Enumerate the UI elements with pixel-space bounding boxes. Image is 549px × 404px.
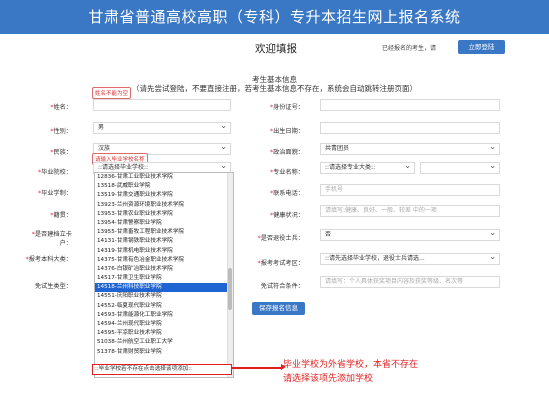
origin-label: *籍贯： (50, 212, 72, 219)
dropdown-option[interactable]: 14375-甘肃有色冶金职业技术学院 (95, 256, 233, 265)
dropdown-option[interactable]: 13955-甘肃畜牧工程职业技术学院 (95, 228, 233, 237)
dropdown-scrollbar[interactable] (227, 173, 233, 377)
gender-select[interactable]: 男 (93, 121, 231, 134)
dropdown-option[interactable]: 51378-甘肃财贸职业学院 (95, 348, 233, 357)
school-label: *毕业院校： (37, 169, 72, 176)
exam-area-select[interactable]: ::请先选择毕业学校，退役士兵请选... (320, 252, 500, 265)
veteran-label: *是否退役士兵： (257, 235, 304, 242)
page-banner: 甘肃省普通高校高职（专科）专升本招生网上报名系统 (0, 0, 549, 34)
major-category-select[interactable]: ::请选择专业大类:: (320, 161, 415, 174)
exempt-label: 免试生类型： (34, 283, 72, 290)
dropdown-option[interactable]: 14594-兰州现代职业学院 (95, 320, 233, 329)
section-subtitle: （请先尝试登陆，不要直接注册，若考生基本信息不存在，系统会自动跳转注册页面） (132, 84, 417, 93)
dropdown-option[interactable]: 14595-平凉职业技术学院 (95, 329, 233, 338)
phone-label: *联系电话： (269, 190, 304, 197)
dropdown-option[interactable]: 14593-甘肃能源化工职业学院 (95, 311, 233, 320)
dropdown-option[interactable]: 51038-兰州航空工业职工大学 (95, 338, 233, 347)
dropdown-option[interactable]: 13923-兰州资源环境职业技术学院 (95, 201, 233, 210)
exam-type-label: *报考本科大类： (25, 256, 72, 263)
veteran-select[interactable]: 否 (320, 228, 500, 241)
school-dropdown-list[interactable]: 12836-甘肃工业职业技术学院 13518-武威职业学院 13519-甘肃交通职业… (94, 172, 234, 378)
dropdown-option[interactable]: 14551-庆阳职业技术学院 (95, 292, 233, 301)
name-label: *姓名： (50, 104, 72, 111)
exempt-cond-label: 免试符合条件： (260, 283, 304, 290)
dropdown-option[interactable]: 13953-甘肃农业职业技术学院 (95, 210, 233, 219)
dropdown-option[interactable]: 12836-甘肃工业职业技术学院 (95, 173, 233, 182)
annotation-arrow (232, 364, 286, 370)
dropdown-option[interactable]: 13519-甘肃交通职业技术学院 (95, 191, 233, 200)
birth-label: *出生日期： (269, 128, 304, 135)
phone-input[interactable]: 手机号 (320, 184, 500, 196)
poor-label: *是否建档立卡户： (31, 231, 72, 247)
add-school-option[interactable]: ::毕业学校若不存在点击选择该项添加:: (92, 364, 232, 375)
annotation-line-1: 毕业学校为外省学校，本省不存在 (283, 360, 419, 370)
dropdown-option[interactable]: 14131-甘肃钢铁职业技术学院 (95, 237, 233, 246)
dropdown-option[interactable]: 13518-武威职业学院 (95, 182, 233, 191)
idno-label: *身份证号： (269, 104, 304, 111)
dropdown-option[interactable]: 14517-甘肃卫生职业学院 (95, 274, 233, 283)
login-button[interactable]: 立即登陆 (458, 40, 505, 54)
health-label: *健康状况： (269, 212, 304, 219)
dropdown-scroll-thumb[interactable] (228, 268, 232, 310)
politic-select[interactable]: 共青团员 (320, 142, 500, 155)
dropdown-option[interactable]: 14376-白银矿冶职业技术学院 (95, 265, 233, 274)
login-hint: 已经报名的考生，请 (382, 45, 437, 52)
ethnic-label: *民族： (50, 149, 72, 156)
welcome-title: 欢迎填报 (255, 43, 297, 55)
edu-label: *毕业学制： (37, 190, 72, 197)
name-error-tip: 姓名不能为空 (92, 87, 132, 99)
exempt-cond-input[interactable]: 请填写：个人具体获奖项目内容及获奖等级、名次等 (320, 276, 500, 288)
birth-input[interactable] (320, 122, 500, 134)
gender-label: *性别： (50, 128, 72, 135)
health-input[interactable]: 请填写:健康、良好、一般、较差 中的一项 (320, 205, 500, 217)
major-label: *专业名称： (269, 169, 304, 176)
name-input[interactable] (93, 99, 231, 111)
exam-area-label: *报考考试考区： (257, 260, 304, 267)
politic-label: *政治面貌： (269, 149, 304, 156)
dropdown-option[interactable]: 14319-甘肃机电职业技术学院 (95, 247, 233, 256)
annotation-line-2: 请选择该项先添加学校 (283, 374, 374, 384)
save-button[interactable]: 保存报名信息 (252, 302, 305, 315)
dropdown-option[interactable]: 14552-临夏现代职业学院 (95, 302, 233, 311)
idno-input[interactable] (320, 99, 500, 111)
major-select[interactable] (420, 161, 500, 174)
dropdown-option[interactable]: 14518-兰州科技职业学院 (95, 283, 233, 293)
dropdown-option[interactable]: 13954-甘肃警察职业学院 (95, 219, 233, 228)
